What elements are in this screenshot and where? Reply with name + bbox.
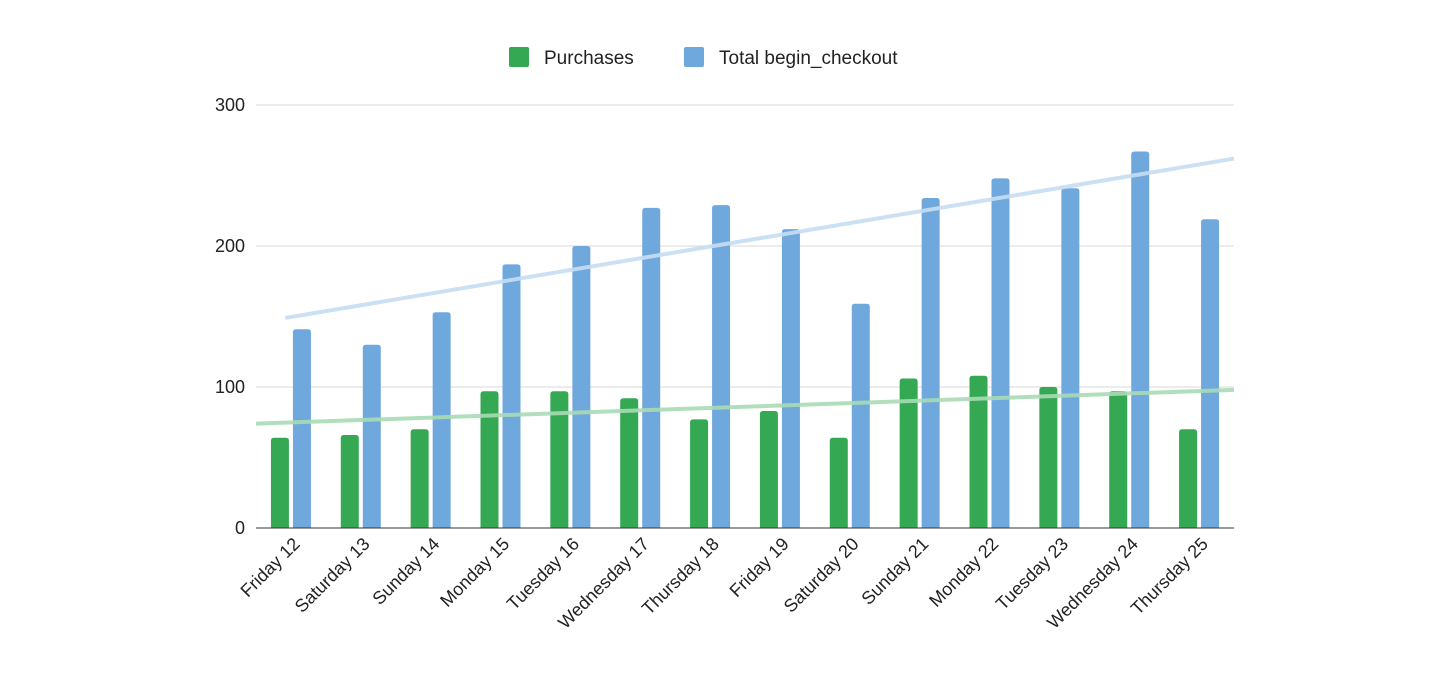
bar-purchases (1179, 429, 1198, 528)
bar-purchases (340, 434, 359, 528)
y-tick-label: 0 (235, 518, 245, 538)
x-tick-label: Friday 12 (237, 534, 304, 601)
bar-begin-checkout (362, 344, 381, 528)
x-axis-labels: Friday 12Saturday 13Sunday 14Monday 15Tu… (237, 534, 1212, 633)
bar-purchases (1039, 387, 1058, 528)
x-tick-label: Monday 22 (925, 534, 1002, 611)
bar-begin-checkout (432, 312, 451, 528)
x-tick-label: Friday 19 (726, 534, 793, 601)
bar-begin-checkout (851, 303, 870, 528)
bar-begin-checkout (292, 329, 311, 528)
legend-swatch-begin-checkout (684, 47, 704, 67)
legend-swatch-purchases (509, 47, 529, 67)
bar-purchases (410, 429, 429, 528)
bar-begin-checkout (991, 178, 1010, 528)
trendline-purchases (255, 387, 1235, 426)
trendline-begin-checkout (285, 156, 1235, 320)
bar-purchases (1109, 391, 1128, 528)
bar-purchases (759, 410, 778, 528)
x-tick-label: Saturday 20 (780, 534, 863, 617)
y-axis-ticks: 0 100 200 300 (215, 95, 245, 538)
chart: Purchases Total begin_checkout 0 100 200 30… (215, 47, 1235, 633)
x-tick-label: Monday 15 (436, 534, 513, 611)
legend-label-purchases: Purchases (544, 48, 634, 69)
x-tick-label: Saturday 13 (291, 534, 374, 617)
bar-begin-checkout (1201, 219, 1220, 528)
y-tick-label: 300 (215, 95, 245, 115)
x-tick-label: Sunday 14 (368, 534, 443, 609)
bar-begin-checkout (781, 229, 800, 528)
bar-begin-checkout (502, 264, 521, 528)
y-tick-label: 100 (215, 377, 245, 397)
gridlines (256, 104, 1234, 388)
trendlines (255, 156, 1235, 426)
bar-purchases (620, 398, 639, 528)
legend-label-begin-checkout: Total begin_checkout (719, 48, 898, 69)
bar-purchases (270, 437, 289, 528)
bar-begin-checkout (1131, 151, 1150, 528)
bar-purchases (480, 391, 499, 528)
x-tick-label: Sunday 21 (857, 534, 932, 609)
bar-begin-checkout (921, 198, 940, 528)
bars (270, 151, 1220, 529)
legend: Purchases Total begin_checkout (509, 47, 898, 69)
y-tick-label: 200 (215, 236, 245, 256)
bar-begin-checkout (572, 246, 591, 528)
bar-purchases (829, 437, 848, 528)
bar-begin-checkout (1061, 188, 1080, 528)
bar-begin-checkout (712, 205, 731, 529)
bar-purchases (690, 419, 709, 528)
